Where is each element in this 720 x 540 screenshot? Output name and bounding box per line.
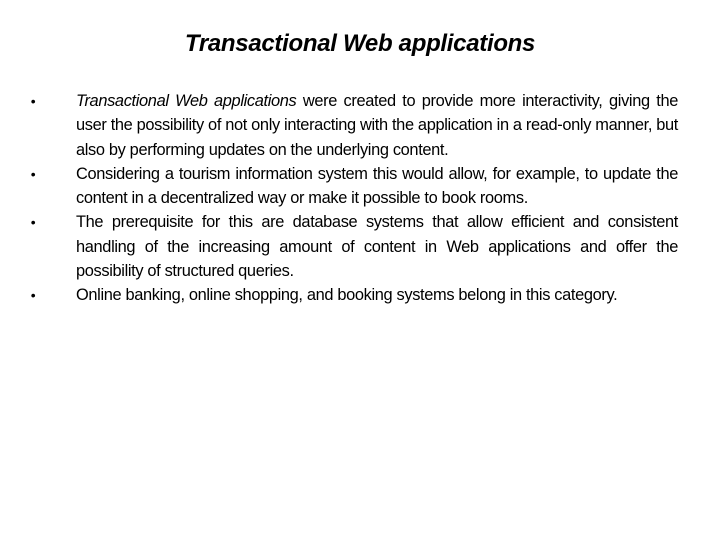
bullet-item: • Online banking, online shopping, and bo… (26, 283, 678, 307)
bullet-item: • Transactional Web applications were cre… (26, 89, 679, 162)
bullet-icon: • (30, 287, 36, 304)
bullet-item: • The prerequisite for this are database … (26, 210, 679, 283)
bullet-lead-italic: Transactional Web applications (76, 92, 297, 110)
bullet-icon: • (30, 214, 36, 231)
bullet-icon: • (30, 165, 36, 182)
slide-title: Transactional Web applications (184, 30, 536, 57)
bullet-text: Online banking, online shopping, and boo… (76, 286, 618, 305)
bullet-icon: • (30, 93, 36, 109)
bullet-text: Considering a tourism information system… (76, 164, 678, 208)
bullet-list: • Transactional Web applications were cre… (26, 89, 679, 308)
bullet-item: • Considering a tourism information syste… (26, 162, 679, 211)
bullet-text: The prerequisite for this are database s… (76, 213, 678, 281)
